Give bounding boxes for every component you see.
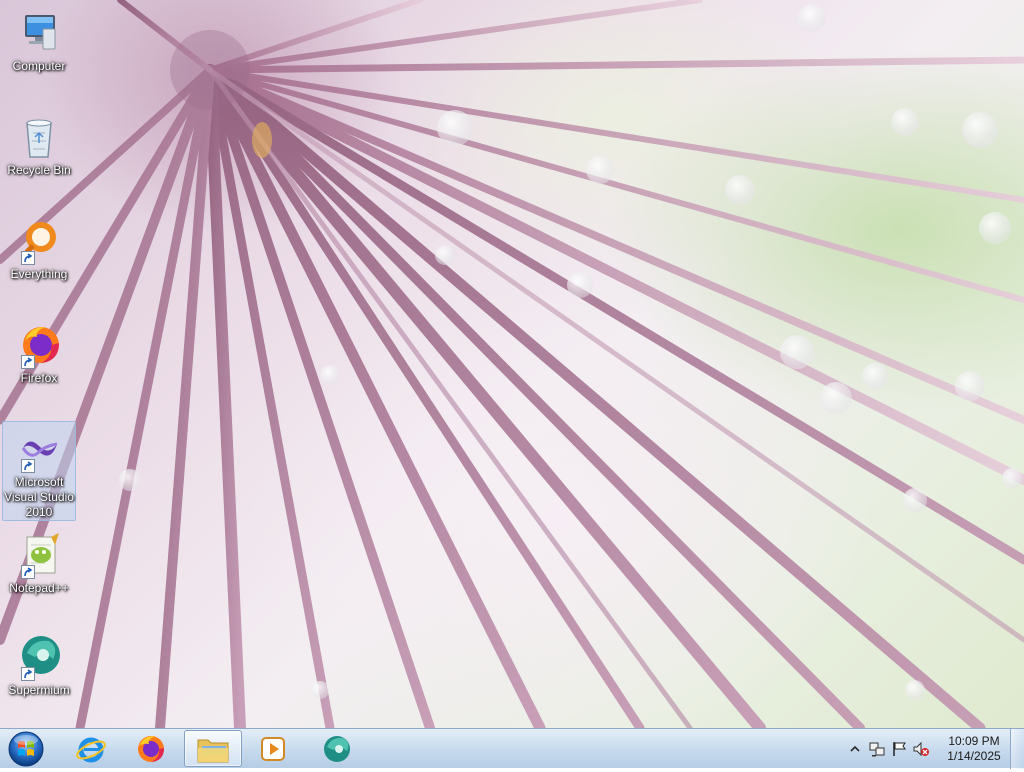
taskbar-media-player[interactable] [244, 730, 302, 767]
taskbar-supermium[interactable] [308, 730, 366, 767]
shortcut-arrow-icon [21, 251, 35, 265]
desktop-wallpaper [0, 0, 1024, 728]
everything-icon [15, 217, 63, 265]
desktop-icon-label: Microsoft Visual Studio 2010 [4, 475, 74, 519]
clock-time: 10:09 PM [948, 734, 1000, 748]
desktop-icon-label: Everything [10, 267, 68, 281]
firefox-icon [15, 321, 63, 369]
taskbar-windows-explorer[interactable] [184, 730, 242, 767]
shortcut-arrow-icon [21, 565, 35, 579]
taskbar-internet-explorer[interactable] [62, 730, 120, 767]
computer-icon [15, 9, 63, 57]
supermium-icon [324, 735, 350, 762]
windows-orb-icon [8, 731, 44, 767]
desktop-icon-computer[interactable]: Computer [2, 4, 76, 82]
firefox-icon [138, 735, 164, 762]
desktop-icon-label: Supermium [8, 683, 70, 697]
wallpaper-flower-stems [0, 0, 1024, 728]
visual-studio-icon [15, 426, 63, 473]
desktop-icon-supermium[interactable]: Supermium [2, 628, 76, 706]
supermium-icon [15, 633, 63, 681]
windows-explorer-icon [197, 739, 229, 762]
show-hidden-icons-chevron-icon[interactable] [846, 740, 864, 758]
recycle-bin-icon [15, 113, 63, 161]
taskbar: 10:09 PM 1/14/2025 [0, 728, 1024, 769]
shortcut-arrow-icon [21, 667, 35, 681]
desktop-icon-notepad-plus-plus[interactable]: Notepad++ [2, 526, 76, 604]
action-center-flag-icon[interactable] [890, 740, 908, 758]
desktop-icon-label: Computer [12, 59, 66, 73]
taskbar-firefox[interactable] [122, 730, 180, 767]
desktop-icon-label: Recycle Bin [7, 163, 71, 177]
internet-explorer-icon [76, 737, 106, 762]
system-tray: 10:09 PM 1/14/2025 [844, 729, 1024, 769]
show-desktop-button[interactable] [1010, 729, 1024, 769]
clock-date: 1/14/2025 [947, 749, 1001, 763]
desktop-icon-visual-studio-2010[interactable]: Microsoft Visual Studio 2010 [2, 421, 76, 521]
desktop-icon-firefox[interactable]: Firefox [2, 316, 76, 394]
desktop-icon-label: Firefox [20, 371, 58, 385]
start-button[interactable] [6, 730, 46, 768]
desktop-icon-everything[interactable]: Everything [2, 212, 76, 290]
taskbar-clock[interactable]: 10:09 PM 1/14/2025 [942, 734, 1006, 764]
notepad-plus-plus-icon [15, 531, 63, 579]
shortcut-arrow-icon [21, 459, 35, 473]
desktop-icon-label: Notepad++ [9, 581, 69, 595]
desktop-icon-recycle-bin[interactable]: Recycle Bin [2, 108, 76, 186]
network-icon[interactable] [868, 740, 886, 758]
shortcut-arrow-icon [21, 355, 35, 369]
volume-muted-icon[interactable] [912, 740, 930, 758]
media-player-icon [261, 736, 285, 761]
